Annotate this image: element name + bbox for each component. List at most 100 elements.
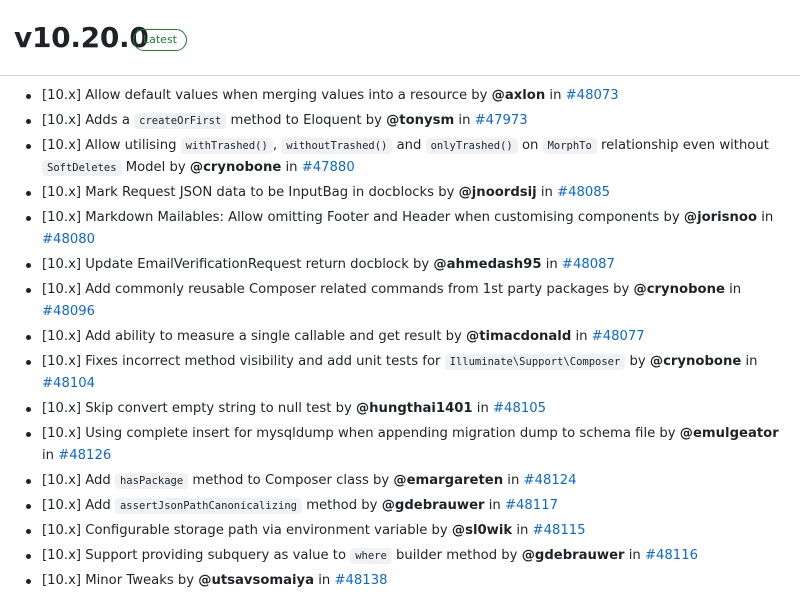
release-note-item: [10.x] Markdown Mailables: Allow omittin… — [20, 207, 790, 251]
release-note-item: [10.x] Add hasPackage method to Composer… — [20, 470, 790, 492]
pull-request-link[interactable]: #48115 — [533, 523, 586, 538]
latest-badge: Latest — [133, 29, 187, 51]
author-link[interactable]: @crynobone — [650, 354, 741, 369]
note-text: method to Eloquent by — [226, 113, 387, 128]
release-note-item: [10.x] Allow utilising withTrashed(), wi… — [20, 135, 790, 179]
note-text: Model by — [121, 160, 190, 175]
inline-code: Illuminate\Support\Composer — [444, 354, 626, 370]
author-link[interactable]: @jnoordsij — [459, 185, 537, 200]
author-link[interactable]: @crynobone — [634, 282, 725, 297]
inline-code: withTrashed() — [180, 138, 273, 154]
note-text: [10.x] Allow utilising — [42, 138, 181, 153]
note-text: relationship even without — [596, 138, 769, 153]
inline-code: withoutTrashed() — [281, 138, 393, 154]
release-note-item: [10.x] Mark Request JSON data to be Inpu… — [20, 182, 790, 204]
pull-request-link[interactable]: #48116 — [645, 548, 698, 563]
inline-code: where — [350, 548, 392, 564]
note-text: on — [517, 138, 543, 153]
pull-request-link[interactable]: #48138 — [334, 573, 387, 588]
release-note-item: [10.x] Support providing subquery as val… — [20, 545, 790, 567]
note-text: [10.x] Adds a — [42, 113, 135, 128]
note-text: method by — [302, 498, 382, 513]
note-text: in — [541, 257, 562, 272]
pull-request-link[interactable]: #48073 — [566, 88, 619, 103]
pull-request-link[interactable]: #48126 — [58, 448, 111, 463]
author-link[interactable]: @tonysm — [386, 113, 454, 128]
note-text: in — [472, 401, 493, 416]
note-text: [10.x] Markdown Mailables: Allow omittin… — [42, 210, 684, 225]
note-text: [10.x] Update EmailVerificationRequest r… — [42, 257, 434, 272]
author-link[interactable]: @timacdonald — [466, 329, 571, 344]
author-link[interactable]: @gdebrauwer — [382, 498, 485, 513]
author-link[interactable]: @hungthai1401 — [356, 401, 473, 416]
note-text: [10.x] Minor Tweaks by — [42, 573, 199, 588]
note-text: [10.x] Add — [42, 473, 115, 488]
pull-request-link[interactable]: #48087 — [562, 257, 615, 272]
release-note-item: [10.x] Allow default values when merging… — [20, 85, 790, 107]
release-note-item: [10.x] Add commonly reusable Composer re… — [20, 279, 790, 323]
note-text: [10.x] Add commonly reusable Composer re… — [42, 282, 634, 297]
note-text: in — [536, 185, 558, 200]
note-text: [10.x] Configurable storage path via env… — [42, 523, 452, 538]
note-text: in — [741, 354, 758, 369]
inline-code: MorphTo — [542, 138, 597, 154]
note-text: in — [545, 88, 566, 103]
release-version-title[interactable]: v10.20.0 — [14, 18, 149, 58]
release-note-item: [10.x] Using complete insert for mysqldu… — [20, 423, 790, 467]
inline-code: hasPackage — [114, 473, 189, 489]
release-note-item: [10.x] Add ability to measure a single c… — [20, 326, 790, 348]
release-notes-list: [10.x] Allow default values when merging… — [20, 85, 790, 595]
note-text: in — [42, 448, 59, 463]
pull-request-link[interactable]: #48104 — [42, 376, 95, 391]
note-text: in — [314, 573, 335, 588]
author-link[interactable]: @sl0wik — [452, 523, 512, 538]
author-link[interactable]: @crynobone — [190, 160, 281, 175]
inline-code: createOrFirst — [134, 113, 227, 129]
note-text: [10.x] Add ability to measure a single c… — [42, 329, 467, 344]
author-link[interactable]: @emargareten — [393, 473, 503, 488]
note-text: [10.x] Support providing subquery as val… — [42, 548, 351, 563]
release-note-item: [10.x] Add assertJsonPathCanonicalizing … — [20, 495, 790, 517]
note-text: in — [571, 329, 592, 344]
pull-request-link[interactable]: #48080 — [42, 232, 95, 247]
note-text: [10.x] Add — [42, 498, 115, 513]
note-text: , — [272, 138, 282, 153]
note-text: builder method by — [391, 548, 522, 563]
release-note-item: [10.x] Update EmailVerificationRequest r… — [20, 254, 790, 276]
note-text: in — [512, 523, 533, 538]
inline-code: assertJsonPathCanonicalizing — [114, 498, 302, 514]
note-text: by — [625, 354, 650, 369]
pull-request-link[interactable]: #48096 — [42, 304, 95, 319]
pull-request-link[interactable]: #48077 — [592, 329, 645, 344]
pull-request-link[interactable]: #48117 — [505, 498, 558, 513]
pull-request-link[interactable]: #48105 — [493, 401, 546, 416]
note-text: [10.x] Using complete insert for mysqldu… — [42, 426, 680, 441]
pull-request-link[interactable]: #47973 — [475, 113, 528, 128]
author-link[interactable]: @emulgeator — [680, 426, 779, 441]
release-note-item: [10.x] Fixes incorrect method visibility… — [20, 351, 790, 395]
note-text: and — [392, 138, 426, 153]
note-text: method to Composer class by — [188, 473, 394, 488]
note-text: [10.x] Fixes incorrect method visibility… — [42, 354, 445, 369]
note-text: in — [757, 210, 774, 225]
author-link[interactable]: @gdebrauwer — [522, 548, 625, 563]
author-link[interactable]: @utsavsomaiya — [198, 573, 314, 588]
pull-request-link[interactable]: #48124 — [524, 473, 577, 488]
note-text: in — [281, 160, 302, 175]
note-text: [10.x] Allow default values when merging… — [42, 88, 492, 103]
inline-code: onlyTrashed() — [425, 138, 518, 154]
note-text: in — [454, 113, 475, 128]
pull-request-link[interactable]: #48085 — [557, 185, 610, 200]
note-text: [10.x] Skip convert empty string to null… — [42, 401, 356, 416]
release-note-item: [10.x] Configurable storage path via env… — [20, 520, 790, 542]
release-note-item: [10.x] Skip convert empty string to null… — [20, 398, 790, 420]
note-text: in — [624, 548, 645, 563]
note-text: [10.x] Mark Request JSON data to be Inpu… — [42, 185, 459, 200]
release-note-item: [10.x] Minor Tweaks by @utsavsomaiya in … — [20, 570, 790, 592]
author-link[interactable]: @jorisnoo — [684, 210, 757, 225]
header-divider — [0, 75, 800, 76]
inline-code: SoftDeletes — [42, 160, 122, 176]
author-link[interactable]: @axlon — [492, 88, 546, 103]
pull-request-link[interactable]: #47880 — [302, 160, 355, 175]
author-link[interactable]: @ahmedash95 — [433, 257, 541, 272]
